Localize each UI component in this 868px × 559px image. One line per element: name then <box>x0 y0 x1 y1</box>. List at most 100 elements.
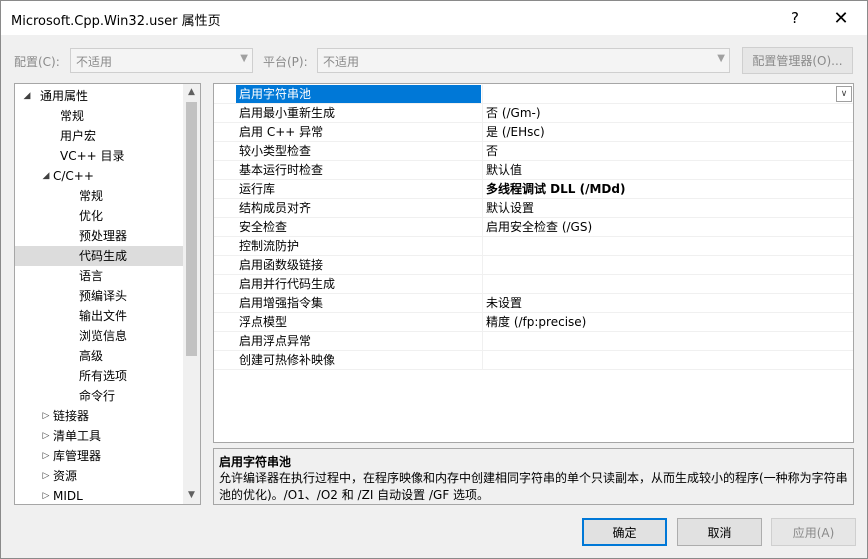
tree-item[interactable]: 常规 <box>15 186 183 206</box>
property-value[interactable]: 精度 (/fp:precise) <box>482 313 853 331</box>
property-row[interactable]: 浮点模型 精度 (/fp:precise) <box>214 313 853 332</box>
tree-item[interactable]: 常规 <box>15 106 183 126</box>
tree-item-label: 语言 <box>79 269 104 283</box>
tree-item-label: 优化 <box>79 209 104 223</box>
ok-button[interactable]: 确定 <box>582 518 667 546</box>
property-value[interactable]: 多线程调试 DLL (/MDd) <box>482 180 853 198</box>
tree-item[interactable]: ▷ 库管理器 <box>15 446 183 466</box>
scroll-thumb[interactable] <box>186 102 197 356</box>
scroll-up-icon[interactable]: ▲ <box>183 84 200 101</box>
property-pages-dialog: Microsoft.Cpp.Win32.user 属性页 ? ✕ 配置(C): … <box>0 0 868 559</box>
property-value[interactable] <box>482 275 853 293</box>
property-value[interactable]: 启用安全检查 (/GS) <box>482 218 853 236</box>
tree-item[interactable]: 预编译头 <box>15 286 183 306</box>
tree-item[interactable]: 代码生成 <box>15 246 183 266</box>
description-panel: 启用字符串池 允许编译器在执行过程中，在程序映像和内存中创建相同字符串的单个只读… <box>213 448 854 505</box>
property-row[interactable]: 运行库 多线程调试 DLL (/MDd) <box>214 180 853 199</box>
property-row[interactable]: 启用函数级链接 <box>214 256 853 275</box>
configuration-manager-button: 配置管理器(O)... <box>742 47 853 74</box>
tree-item[interactable]: 预处理器 <box>15 226 183 246</box>
tree-item-label: 清单工具 <box>53 429 102 443</box>
property-value[interactable]: 否 <box>482 142 853 160</box>
tree-item[interactable]: ▷ 资源 <box>15 466 183 486</box>
property-name: 浮点模型 <box>239 315 288 329</box>
tree-item[interactable]: 所有选项 <box>15 366 183 386</box>
property-row[interactable]: 启用字符串池 ∨ <box>214 85 853 104</box>
property-value[interactable] <box>482 351 853 369</box>
tree-item[interactable]: 用户宏 <box>15 126 183 146</box>
tree-item[interactable]: 命令行 <box>15 386 183 406</box>
tree-item[interactable]: ◢ C/C++ <box>15 166 183 186</box>
tree-item[interactable]: 浏览信息 <box>15 326 183 346</box>
configuration-label: 配置(C): <box>14 55 60 69</box>
help-button[interactable]: ? <box>772 1 818 35</box>
expand-arrow-icon[interactable]: ▷ <box>40 446 52 466</box>
dropdown-chevron-icon[interactable]: ∨ <box>836 86 852 102</box>
expand-arrow-icon[interactable]: ▷ <box>40 426 52 446</box>
tree-item-label: 命令行 <box>79 389 116 403</box>
category-tree[interactable]: ◢ 通用属性 常规 用户宏 VC++ 目录 ◢ C/C++ 常规 优化 预处理器 代码生成 语言 预编译… <box>14 83 201 505</box>
tree-item[interactable]: ▷ 链接器 <box>15 406 183 426</box>
property-name: 结构成员对齐 <box>239 201 312 215</box>
property-row[interactable]: 控制流防护 <box>214 237 853 256</box>
tree-item-label: 常规 <box>60 109 85 123</box>
tree-item-label: C/C++ <box>53 169 94 183</box>
property-name: 控制流防护 <box>239 239 300 253</box>
property-row[interactable]: 启用并行代码生成 <box>214 275 853 294</box>
tree-item-label: 链接器 <box>53 409 90 423</box>
tree-item[interactable]: 优化 <box>15 206 183 226</box>
tree-item-label: 所有选项 <box>79 369 128 383</box>
tree-item-label: 通用属性 <box>40 89 89 103</box>
title-bar: Microsoft.Cpp.Win32.user 属性页 ? ✕ <box>1 1 867 35</box>
collapse-arrow-icon[interactable]: ◢ <box>40 166 52 186</box>
platform-label: 平台(P): <box>263 55 308 69</box>
tree-scrollbar[interactable]: ▲ ▼ <box>183 84 200 504</box>
tree-item[interactable]: 高级 <box>15 346 183 366</box>
property-value[interactable] <box>482 85 853 103</box>
property-value[interactable]: 默认值 <box>482 161 853 179</box>
property-row[interactable]: 启用最小重新生成 否 (/Gm-) <box>214 104 853 123</box>
tree-item[interactable]: VC++ 目录 <box>15 146 183 166</box>
property-row[interactable]: 启用增强指令集 未设置 <box>214 294 853 313</box>
property-value[interactable] <box>482 332 853 350</box>
cancel-button[interactable]: 取消 <box>677 518 762 546</box>
property-value[interactable]: 否 (/Gm-) <box>482 104 853 122</box>
property-row[interactable]: 较小类型检查 否 <box>214 142 853 161</box>
collapse-arrow-icon[interactable]: ◢ <box>21 86 33 106</box>
chevron-down-icon: ▼ <box>240 53 248 64</box>
property-value[interactable] <box>482 237 853 255</box>
property-row[interactable]: 启用浮点异常 <box>214 332 853 351</box>
tree-item-label: 浏览信息 <box>79 329 128 343</box>
window-title: Microsoft.Cpp.Win32.user 属性页 <box>11 14 221 29</box>
property-row[interactable]: 启用 C++ 异常 是 (/EHsc) <box>214 123 853 142</box>
tree-item[interactable]: ▷ MIDL <box>15 486 183 504</box>
property-row[interactable]: 结构成员对齐 默认设置 <box>214 199 853 218</box>
property-name: 安全检查 <box>239 220 288 234</box>
platform-value: 不适用 <box>323 55 360 69</box>
description-text: 允许编译器在执行过程中，在程序映像和内存中创建相同字符串的单个只读副本，从而生成… <box>219 471 848 502</box>
scroll-down-icon[interactable]: ▼ <box>183 487 200 504</box>
property-value[interactable]: 未设置 <box>482 294 853 312</box>
description-title: 启用字符串池 <box>219 455 292 469</box>
property-name: 启用函数级链接 <box>239 258 324 272</box>
property-row[interactable]: 基本运行时检查 默认值 <box>214 161 853 180</box>
tree-item-label: VC++ 目录 <box>60 149 125 163</box>
close-button[interactable]: ✕ <box>818 1 864 35</box>
tree-item-label: 预编译头 <box>79 289 128 303</box>
property-row[interactable]: 创建可热修补映像 <box>214 351 853 370</box>
property-value[interactable]: 是 (/EHsc) <box>482 123 853 141</box>
property-value[interactable]: 默认设置 <box>482 199 853 217</box>
property-name: 创建可热修补映像 <box>239 353 336 367</box>
expand-arrow-icon[interactable]: ▷ <box>40 406 52 426</box>
tree-item[interactable]: ◢ 通用属性 <box>15 86 183 106</box>
tree-item[interactable]: 输出文件 <box>15 306 183 326</box>
tree-item[interactable]: 语言 <box>15 266 183 286</box>
expand-arrow-icon[interactable]: ▷ <box>40 466 52 486</box>
expand-arrow-icon[interactable]: ▷ <box>40 486 52 504</box>
property-row[interactable]: 安全检查 启用安全检查 (/GS) <box>214 218 853 237</box>
property-value[interactable] <box>482 256 853 274</box>
tree-item-label: 预处理器 <box>79 229 128 243</box>
tree-item-label: 输出文件 <box>79 309 128 323</box>
tree-item-label: 常规 <box>79 189 104 203</box>
tree-item[interactable]: ▷ 清单工具 <box>15 426 183 446</box>
